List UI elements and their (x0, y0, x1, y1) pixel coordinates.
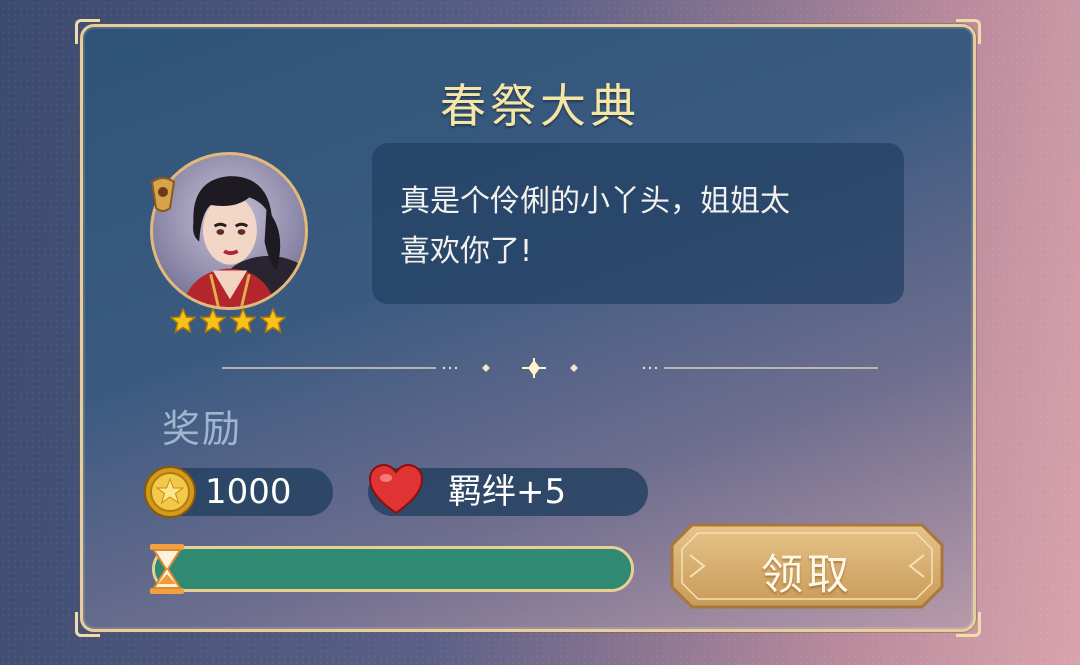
bond-reward: 羁绊+5 (368, 463, 648, 516)
rewards-label: 奖励 (162, 407, 243, 451)
hourglass-icon (150, 544, 184, 594)
coin-icon (144, 466, 196, 518)
event-progress-bar (152, 546, 634, 592)
panel-corner-ornament (956, 19, 981, 44)
game-screen: { "event": { "title": "春祭大典" }, "charact… (0, 0, 1080, 665)
dialogue-bubble: 真是个伶俐的小丫头，姐姐太 喜欢你了! (372, 143, 904, 304)
heart-icon (368, 463, 424, 515)
dialogue-text-line: 真是个伶俐的小丫头，姐姐太 (400, 184, 790, 219)
sparkle-divider-icon (222, 358, 878, 378)
claim-button[interactable]: 领取 (670, 523, 944, 609)
star-icon (170, 308, 196, 334)
character-star-rating (170, 308, 286, 334)
bond-amount: 羁绊+5 (448, 472, 567, 512)
panel-corner-ornament (956, 612, 981, 637)
star-icon (260, 308, 286, 334)
star-icon (230, 308, 256, 334)
coin-reward: 1000 (144, 466, 333, 518)
claim-button-label: 领取 (760, 550, 853, 599)
character-avatar[interactable] (150, 152, 314, 316)
panel-corner-ornament (75, 612, 100, 637)
progress-fill (155, 549, 631, 589)
star-icon (200, 308, 226, 334)
coin-amount: 1000 (205, 472, 292, 512)
dialogue-text-line: 喜欢你了! (400, 234, 533, 269)
panel-corner-ornament (75, 19, 100, 44)
hair-ornament-icon (150, 177, 176, 212)
event-title: 春祭大典 (440, 79, 640, 133)
